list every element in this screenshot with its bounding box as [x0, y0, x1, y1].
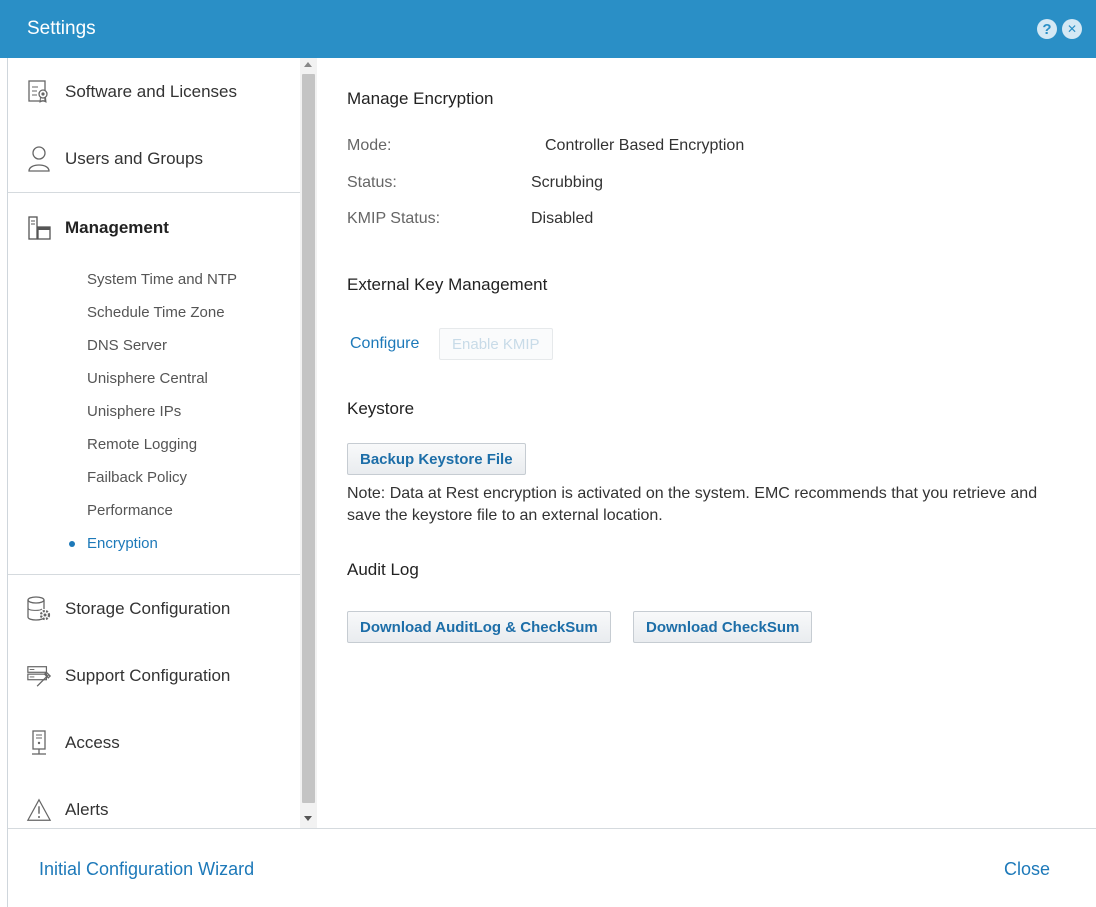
submenu-item-encryption[interactable]: Encryption: [8, 527, 300, 560]
dialog-title: Settings: [27, 18, 96, 39]
submenu-item-unisphere-central[interactable]: Unisphere Central: [8, 362, 300, 395]
sidebar-item-support-configuration[interactable]: Support Configuration: [8, 642, 300, 709]
sidebar-item-users-groups[interactable]: Users and Groups: [8, 125, 300, 192]
sidebar-item-access[interactable]: Access: [8, 709, 300, 776]
sidebar-item-label: Support Configuration: [65, 665, 231, 685]
download-checksum-button[interactable]: Download CheckSum: [633, 611, 813, 643]
submenu-item-remote-logging[interactable]: Remote Logging: [8, 428, 300, 461]
status-value: Scrubbing: [531, 174, 604, 191]
submenu-item-system-time[interactable]: System Time and NTP: [8, 263, 300, 296]
initial-config-wizard-link[interactable]: Initial Configuration Wizard: [39, 859, 254, 880]
user-icon: [26, 144, 52, 174]
scroll-up-icon[interactable]: [304, 62, 312, 67]
sidebar-item-label: Software and Licenses: [65, 81, 237, 101]
help-icon[interactable]: ?: [1037, 19, 1057, 39]
management-submenu: System Time and NTP Schedule Time Zone D…: [8, 263, 300, 560]
kmip-status-value: Disabled: [531, 210, 594, 227]
close-link[interactable]: Close: [1004, 859, 1050, 880]
submenu-item-dns-server[interactable]: DNS Server: [8, 329, 300, 362]
sidebar-item-label: Storage Configuration: [65, 598, 231, 618]
close-icon[interactable]: ✕: [1062, 19, 1082, 39]
sidebar-item-storage-configuration[interactable]: Storage Configuration: [8, 575, 300, 642]
sidebar-item-label: Management: [65, 218, 169, 237]
sidebar-item-management[interactable]: Management: [8, 193, 300, 263]
access-icon: [26, 728, 52, 758]
sidebar-item-label: Access: [65, 732, 120, 752]
settings-sidebar: Software and Licenses Users and Groups M…: [8, 58, 300, 828]
sidebar-item-label: Alerts: [65, 799, 109, 819]
keystore-note: Note: Data at Rest encryption is activat…: [347, 485, 1038, 524]
manage-encryption-heading: Manage Encryption: [347, 89, 494, 108]
mode-label: Mode:: [347, 137, 392, 154]
submenu-item-failback-policy[interactable]: Failback Policy: [8, 461, 300, 494]
support-tools-icon: [26, 661, 52, 691]
enable-kmip-button[interactable]: Enable KMIP: [439, 328, 553, 360]
external-key-heading: External Key Management: [347, 275, 548, 294]
mode-value: Controller Based Encryption: [545, 137, 745, 154]
configure-link[interactable]: Configure: [350, 335, 419, 353]
scroll-down-icon[interactable]: [304, 816, 312, 821]
titlebar: Settings ? ✕: [0, 0, 1096, 58]
submenu-item-performance[interactable]: Performance: [8, 494, 300, 527]
sidebar-item-alerts[interactable]: Alerts: [8, 776, 300, 828]
audit-log-heading: Audit Log: [347, 560, 419, 579]
sidebar-scrollbar-thumb[interactable]: [302, 74, 315, 803]
encryption-panel: Manage Encryption Mode: Controller Based…: [347, 58, 1077, 828]
settings-dialog: Settings ? ✕ Software and Licenses Users…: [0, 0, 1096, 907]
sidebar-item-software-licenses[interactable]: Software and Licenses: [8, 58, 300, 125]
footer-divider: [8, 828, 1096, 829]
management-icon: [26, 213, 52, 243]
submenu-item-unisphere-ips[interactable]: Unisphere IPs: [8, 395, 300, 428]
submenu-item-schedule-time-zone[interactable]: Schedule Time Zone: [8, 296, 300, 329]
storage-gear-icon: [26, 594, 52, 624]
license-icon: [26, 77, 52, 107]
keystore-heading: Keystore: [347, 399, 415, 418]
backup-keystore-button[interactable]: Backup Keystore File: [347, 443, 526, 475]
alert-icon: [26, 795, 52, 825]
download-auditlog-button[interactable]: Download AuditLog & CheckSum: [347, 611, 611, 643]
status-label: Status:: [347, 174, 397, 191]
sidebar-item-label: Users and Groups: [65, 148, 203, 168]
kmip-status-label: KMIP Status:: [347, 210, 441, 227]
active-indicator: [69, 540, 75, 547]
